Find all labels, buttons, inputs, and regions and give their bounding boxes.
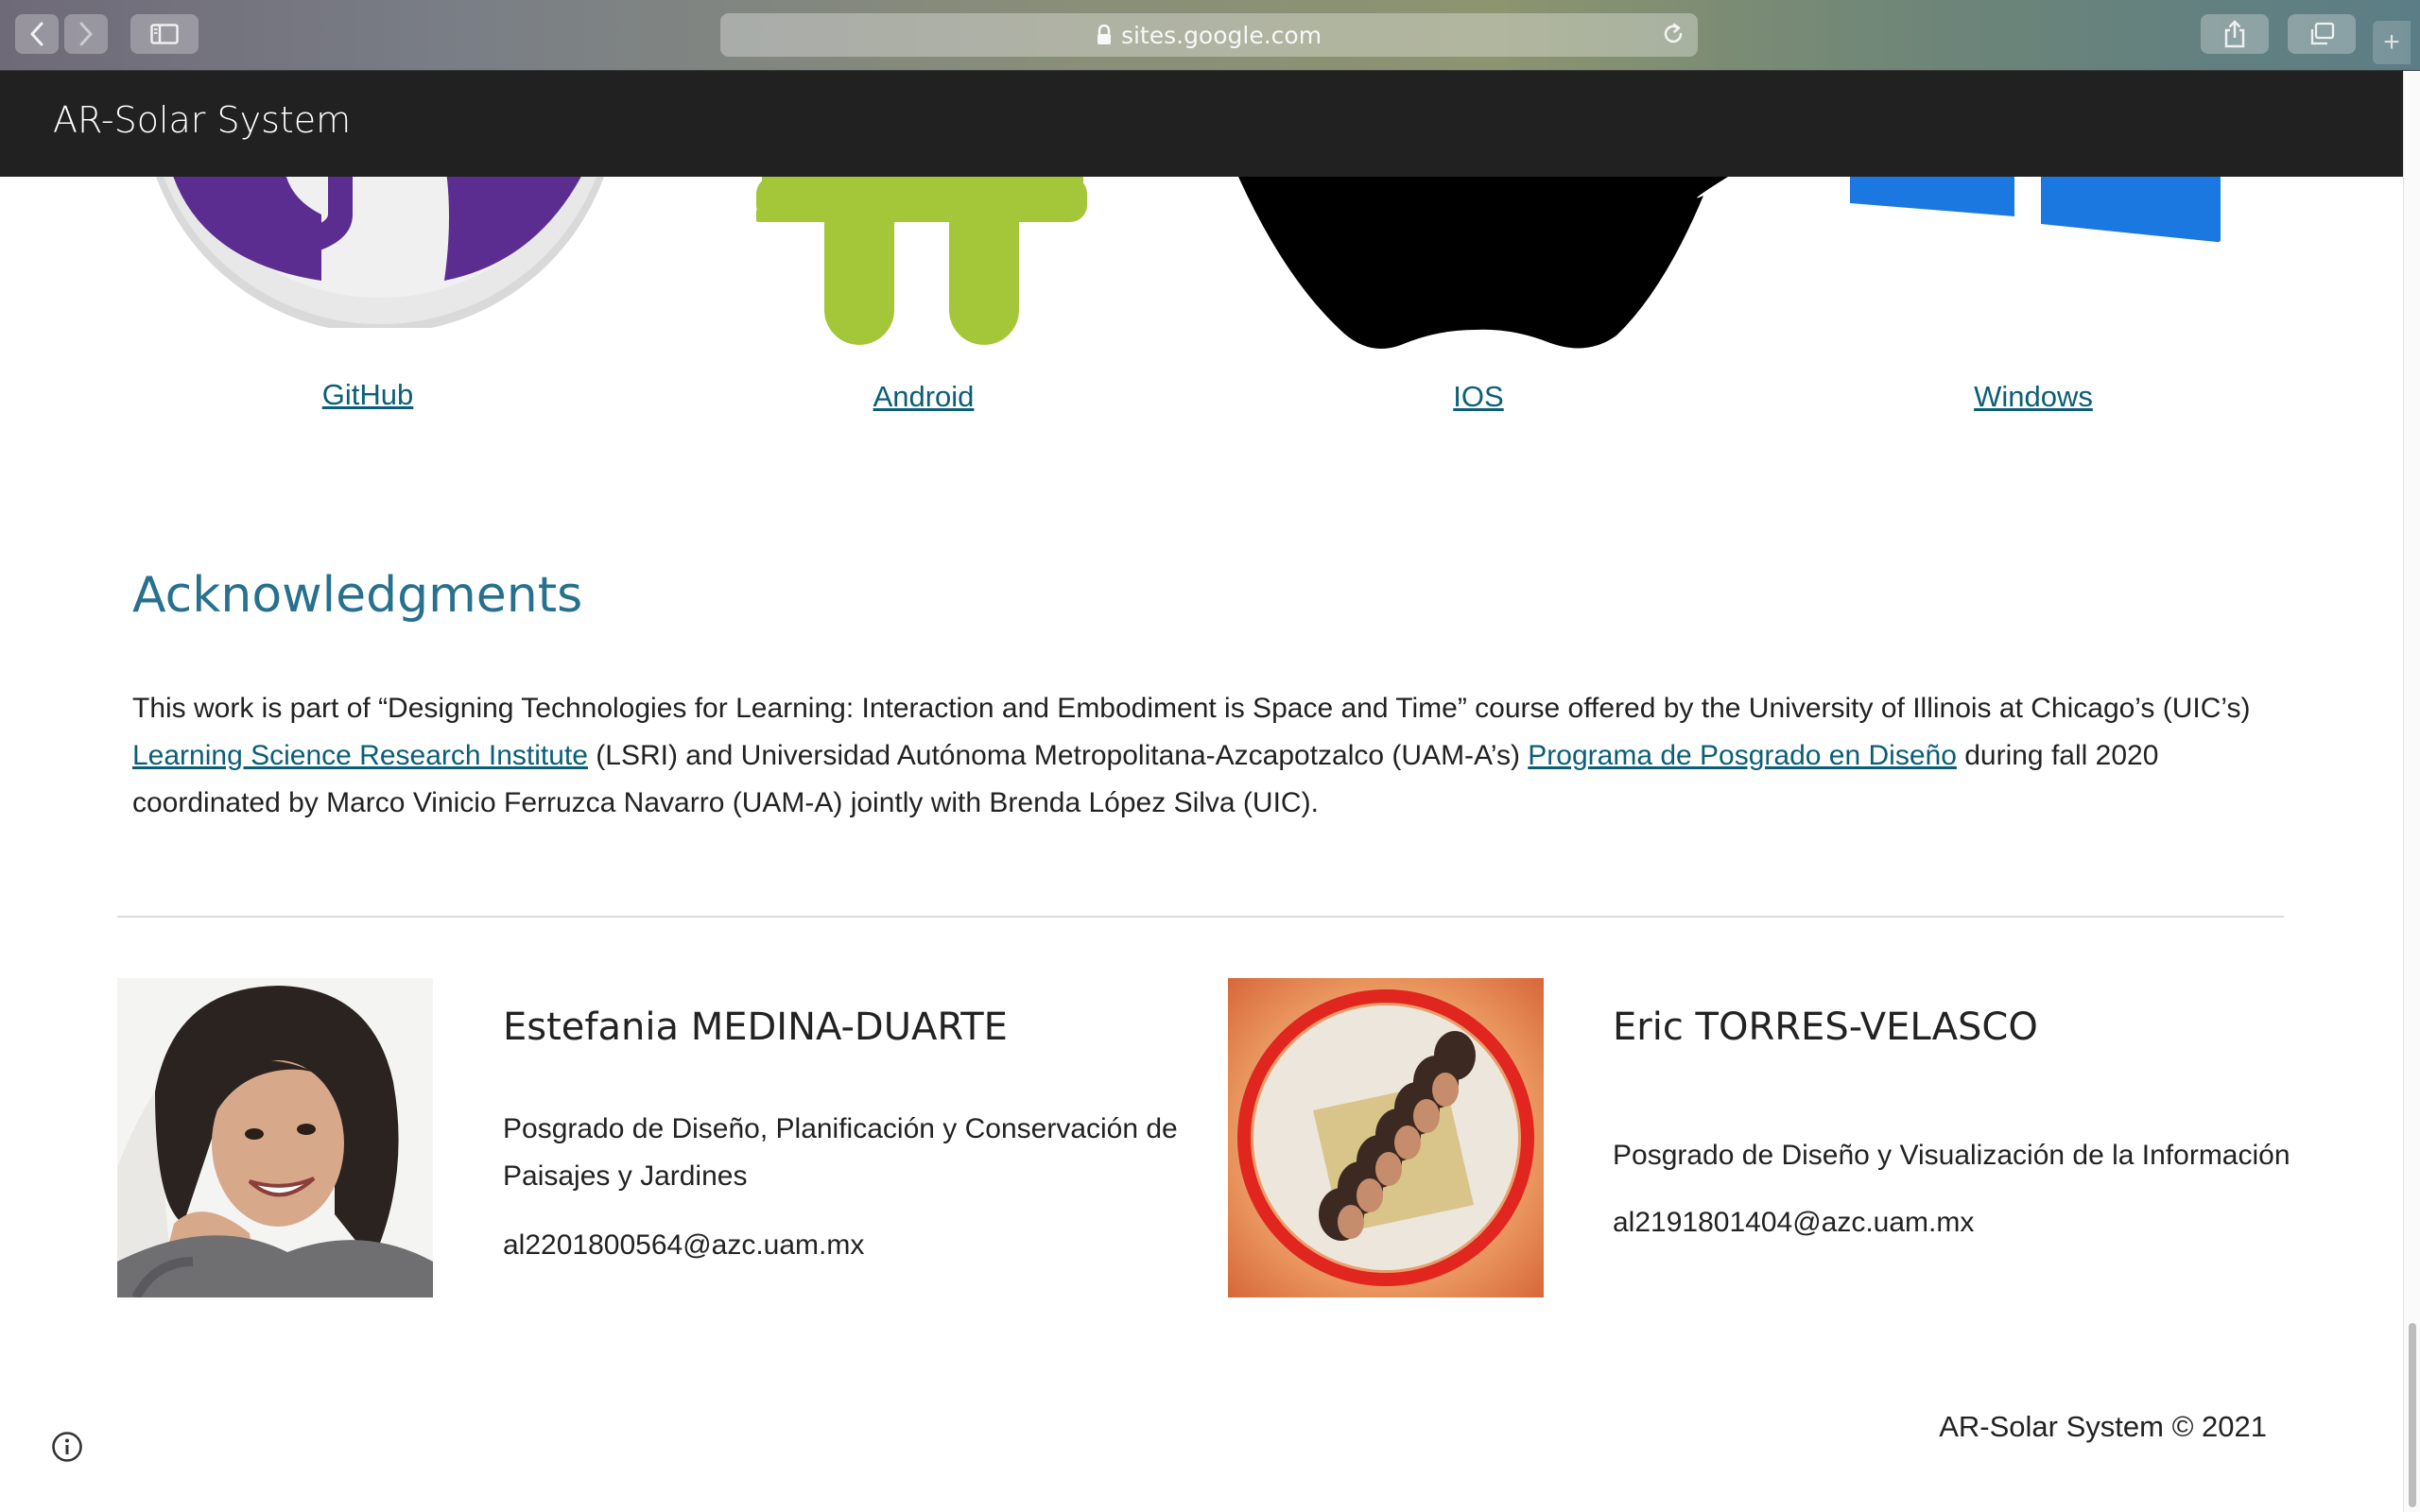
- apple-logo-image[interactable]: [1238, 177, 1730, 352]
- forward-button[interactable]: [64, 14, 108, 54]
- scrollbar-thumb[interactable]: [2409, 1323, 2416, 1507]
- posgrado-link[interactable]: Programa de Posgrado en Diseño: [1528, 740, 1957, 771]
- lock-icon: [1097, 25, 1112, 45]
- github-link[interactable]: GitHub: [179, 378, 557, 412]
- android-icon: [756, 177, 1087, 345]
- person-photo-estefania: [117, 978, 433, 1297]
- portrait-photo: [1228, 978, 1544, 1297]
- page-scrollbar[interactable]: [2403, 71, 2420, 1512]
- person-email-eric[interactable]: al2191801404@azc.uam.mx: [1613, 1207, 1974, 1239]
- windows-link[interactable]: Windows: [1844, 380, 2222, 414]
- address-bar[interactable]: sites.google.com: [720, 13, 1698, 57]
- apple-icon: [1238, 177, 1728, 349]
- sidebar-toggle-button[interactable]: [130, 14, 199, 54]
- info-button[interactable]: [51, 1431, 83, 1463]
- portrait-photo: [117, 978, 433, 1297]
- reload-icon[interactable]: [1660, 21, 1686, 53]
- share-button[interactable]: [2201, 14, 2269, 54]
- browser-toolbar: sites.google.com +: [0, 0, 2420, 71]
- ack-text-part-1: This work is part of “Designing Technolo…: [132, 693, 2251, 724]
- chevron-right-icon: [79, 22, 93, 46]
- windows-logo-image[interactable]: [1848, 177, 2226, 252]
- ack-text-part-2: (LSRI) and Universidad Autónoma Metropol…: [587, 740, 1529, 771]
- acknowledgments-heading: Acknowledgments: [132, 567, 583, 624]
- person-name-estefania: Estefania MEDINA-DUARTE: [503, 1005, 1008, 1049]
- ios-link[interactable]: IOS: [1289, 380, 1668, 414]
- acknowledgments-text: This work is part of “Designing Technolo…: [132, 685, 2288, 827]
- footer-copyright: AR-Solar System © 2021: [1939, 1410, 2267, 1443]
- android-logo-image[interactable]: [756, 177, 1087, 347]
- tabs-overview-button[interactable]: [2288, 14, 2356, 54]
- github-icon: [156, 177, 604, 328]
- person-photo-eric: [1228, 978, 1544, 1297]
- github-logo-image[interactable]: [142, 177, 633, 328]
- person-department-eric: Posgrado de Diseño y Visualización de la…: [1613, 1140, 2290, 1171]
- chevron-left-icon: [30, 22, 43, 46]
- share-icon: [2224, 20, 2245, 48]
- tabs-icon: [2310, 22, 2335, 45]
- new-tab-button[interactable]: +: [2373, 21, 2411, 64]
- person-department-estefania: Posgrado de Diseño, Planificación y Cons…: [503, 1113, 1178, 1192]
- lsri-link[interactable]: Learning Science Research Institute: [132, 740, 588, 771]
- site-header: AR-Solar System: [0, 71, 2403, 177]
- info-icon: [52, 1432, 82, 1462]
- person-email-estefania[interactable]: al2201800564@azc.uam.mx: [503, 1229, 864, 1262]
- windows-icon: [1850, 177, 2221, 243]
- site-title[interactable]: AR-Solar System: [53, 99, 351, 141]
- person-name-eric: Eric TORRES-VELASCO: [1613, 1005, 2038, 1049]
- url-text: sites.google.com: [1120, 21, 1322, 49]
- back-button[interactable]: [15, 14, 59, 54]
- android-link[interactable]: Android: [735, 380, 1113, 414]
- sidebar-icon: [150, 24, 179, 44]
- section-divider: [117, 916, 2284, 918]
